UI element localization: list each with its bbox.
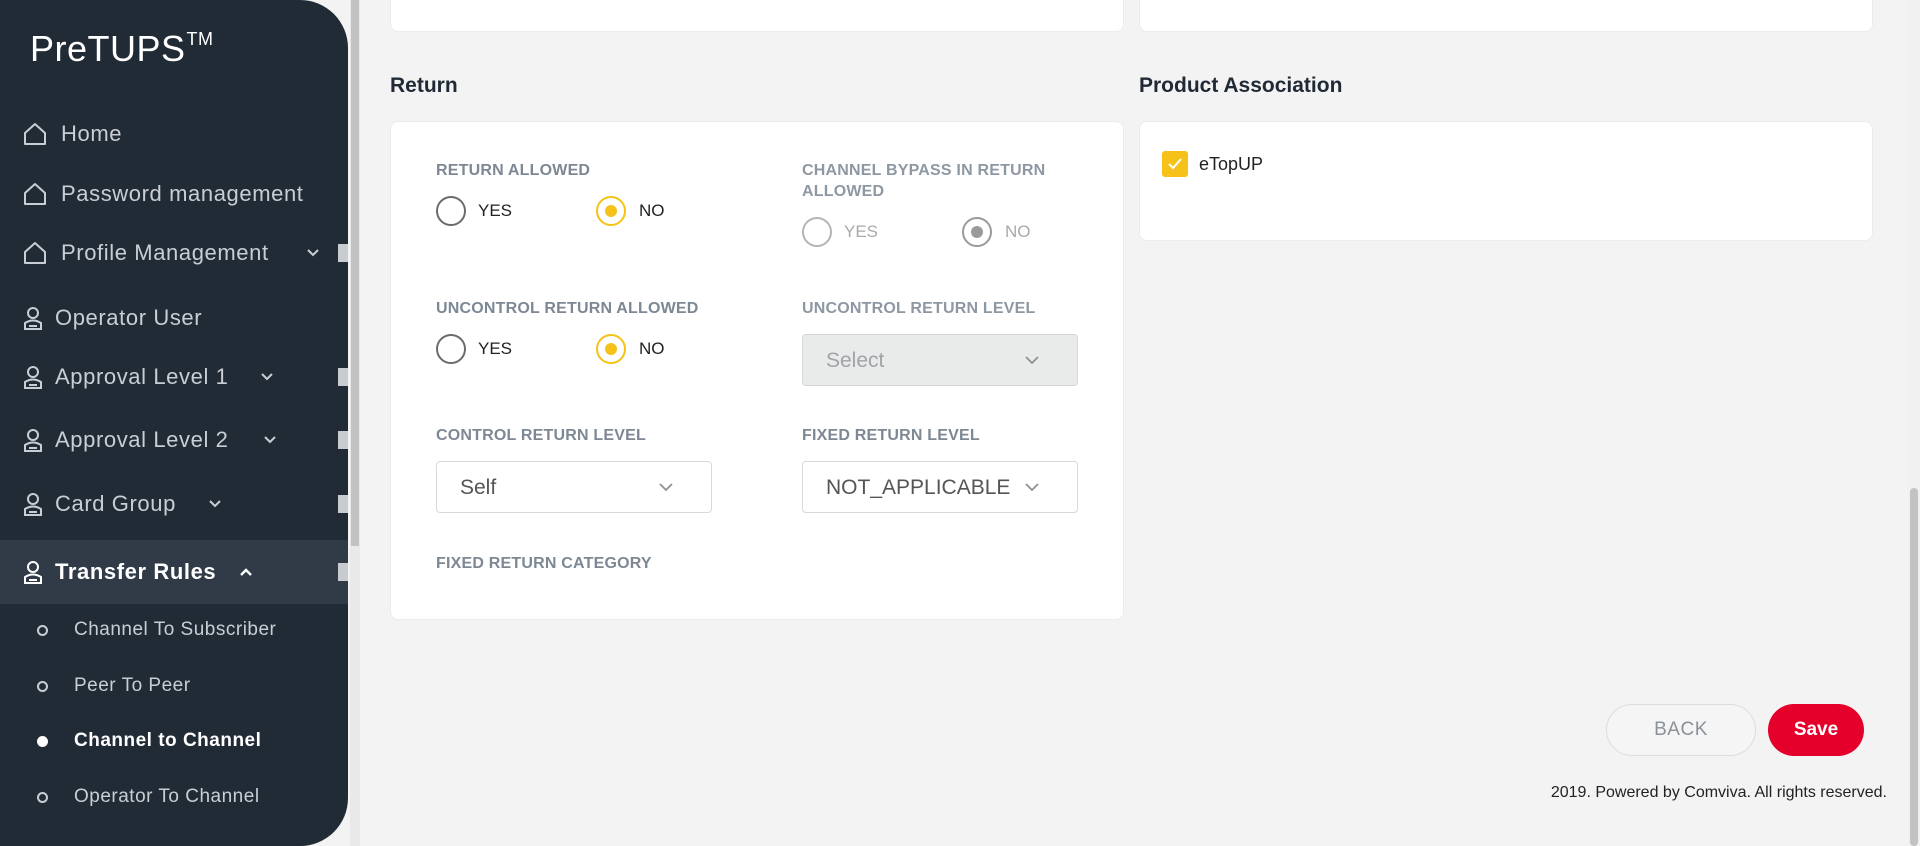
chevron-down-icon (207, 496, 223, 512)
sidebar-subitem-label: Operator To Channel (74, 786, 260, 807)
etopup-label: eTopUP (1199, 154, 1264, 174)
return-allowed-label: RETURN ALLOWED (436, 162, 591, 179)
home-icon (20, 119, 50, 149)
radio-label: YES (844, 222, 879, 241)
chevron-down-icon (259, 369, 275, 385)
chevron-down-icon (1023, 478, 1041, 496)
sidebar-item-label: Home (61, 121, 123, 146)
product-association-card: eTopUP (1139, 121, 1873, 241)
control-return-level-select[interactable]: Self (436, 461, 712, 513)
chevron-down-icon (305, 245, 321, 261)
uncontrol-return-level-label: UNCONTROL RETURN LEVEL (802, 300, 1036, 317)
uncontrol-return-yes-radio[interactable] (436, 334, 466, 364)
sidebar-item-label: Approval Level 1 (55, 364, 229, 389)
sidebar-subitem-operator-to-channel[interactable]: Operator To Channel (0, 771, 348, 823)
return-card: RETURN ALLOWED YES NO CHANNEL BYPASS IN … (390, 121, 1124, 620)
user-icon (18, 425, 48, 455)
return-allowed-yes-radio[interactable] (436, 196, 466, 226)
chevron-down-icon (657, 478, 675, 496)
scroll-marker (338, 368, 348, 386)
footer-copyright: 2019. Powered by Comviva. All rights res… (1550, 784, 1887, 801)
bullet-icon (37, 680, 48, 692)
sidebar-item-home[interactable]: Home (0, 103, 348, 165)
radio-label: NO (639, 339, 665, 358)
save-button[interactable]: Save (1768, 704, 1864, 756)
previous-card-right (1139, 0, 1873, 32)
fixed-return-category-label: FIXED RETURN CATEGORY (436, 555, 652, 572)
sidebar-subitem-label: Channel To Subscriber (74, 619, 277, 640)
previous-card-left (390, 0, 1124, 32)
channel-bypass-label: CHANNEL BYPASS IN RETURN ALLOWED (802, 162, 1046, 200)
user-icon (18, 557, 48, 587)
check-icon (1168, 158, 1182, 170)
sidebar-scrollbar[interactable] (350, 0, 360, 846)
user-icon (18, 362, 48, 392)
sidebar-subitem-label: Peer To Peer (74, 675, 191, 696)
uncontrol-return-allowed-label: UNCONTROL RETURN ALLOWED (436, 300, 699, 317)
sidebar-item-label: Approval Level 2 (55, 427, 229, 452)
chevron-up-icon (238, 564, 254, 580)
user-icon (18, 489, 48, 519)
channel-bypass-yes-radio[interactable] (802, 217, 832, 247)
return-allowed-no-radio[interactable] (596, 196, 626, 226)
radio-label: NO (1005, 222, 1031, 241)
scroll-marker (338, 495, 348, 513)
product-association-title: Product Association (1139, 74, 1343, 97)
logo-text: PreTUPS (30, 28, 186, 69)
scroll-marker (338, 431, 348, 449)
sidebar-item-approval-level-1[interactable]: Approval Level 1 (0, 346, 348, 408)
sidebar-item-transfer-rules[interactable]: Transfer Rules (0, 540, 348, 604)
fixed-return-level-select[interactable]: NOT_APPLICABLE (802, 461, 1078, 513)
sidebar-item-operator-user[interactable]: Operator User (0, 287, 348, 349)
scroll-marker (338, 244, 348, 262)
select-value: Self (460, 476, 497, 499)
chevron-down-icon (262, 432, 278, 448)
return-section-title: Return (390, 74, 458, 97)
sidebar-subitem-channel-to-channel[interactable]: Channel to Channel (0, 715, 348, 767)
user-icon (18, 303, 48, 333)
channel-bypass-no-radio[interactable] (962, 217, 992, 247)
home-icon (20, 179, 50, 209)
trademark: TM (186, 29, 214, 49)
bullet-icon (37, 791, 48, 803)
scroll-marker (338, 563, 348, 581)
sidebar-item-label: Card Group (55, 491, 176, 516)
select-value: Select (826, 349, 885, 372)
bullet-icon (37, 735, 48, 747)
control-return-level-label: CONTROL RETURN LEVEL (436, 427, 646, 444)
radio-label: YES (478, 201, 513, 220)
scrollbar-thumb[interactable] (1910, 488, 1918, 846)
uncontrol-return-no-radio[interactable] (596, 334, 626, 364)
sidebar-item-approval-level-2[interactable]: Approval Level 2 (0, 409, 348, 471)
sidebar-item-label: Transfer Rules (55, 559, 217, 584)
radio-label: NO (639, 201, 665, 220)
sidebar-item-label: Profile Management (61, 240, 269, 265)
radio-label: YES (478, 339, 513, 358)
sidebar-subitem-peer-to-peer[interactable]: Peer To Peer (0, 660, 348, 712)
app-logo[interactable]: PreTUPSTM (30, 28, 214, 70)
fixed-return-level-label: FIXED RETURN LEVEL (802, 427, 980, 444)
sidebar-item-label: Operator User (55, 305, 203, 330)
home-icon (20, 238, 50, 268)
back-button[interactable]: BACK (1606, 704, 1756, 756)
sidebar-item-password-management[interactable]: Password management (0, 163, 348, 225)
sidebar-item-profile-management[interactable]: Profile Management (0, 222, 348, 284)
scrollbar-thumb[interactable] (351, 0, 359, 546)
etopup-checkbox[interactable] (1162, 151, 1188, 177)
page-scrollbar[interactable] (1908, 0, 1920, 846)
uncontrol-return-level-select[interactable]: Select (802, 334, 1078, 386)
sidebar: PreTUPSTM Home Password management Profi… (0, 0, 348, 846)
bullet-icon (37, 624, 48, 636)
sidebar-item-card-group[interactable]: Card Group (0, 473, 348, 535)
sidebar-subitem-label: Channel to Channel (74, 730, 262, 751)
sidebar-item-label: Password management (61, 181, 304, 206)
sidebar-subitem-channel-to-subscriber[interactable]: Channel To Subscriber (0, 604, 348, 656)
select-value: NOT_APPLICABLE (826, 476, 1011, 499)
chevron-down-icon (1023, 351, 1041, 369)
